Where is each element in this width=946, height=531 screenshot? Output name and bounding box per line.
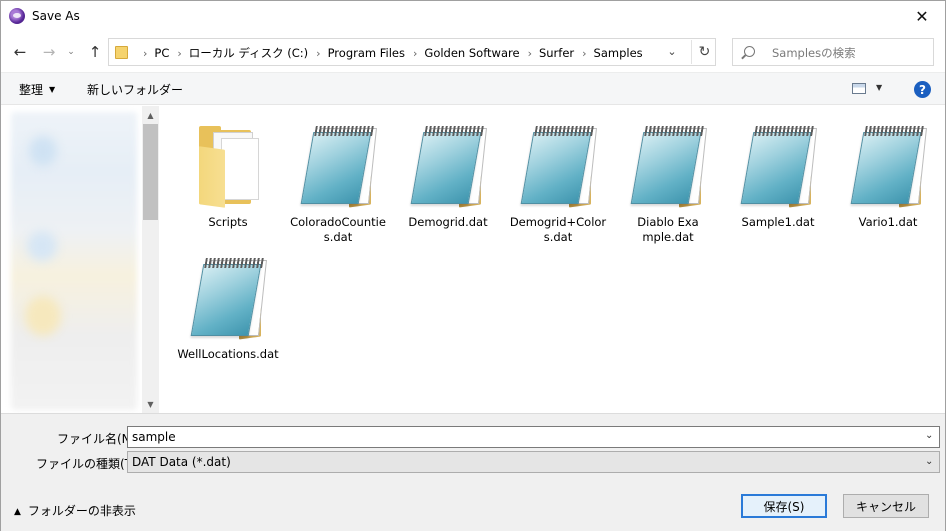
- close-icon: ✕: [915, 7, 929, 26]
- refresh-button[interactable]: ↻: [691, 40, 717, 64]
- file-name: ColoradoCounties.dat: [290, 215, 386, 244]
- chevron-right-icon[interactable]: ›: [177, 47, 181, 60]
- arrow-right-icon: →: [42, 43, 56, 61]
- folder-icon: [193, 122, 263, 208]
- notepad-file-icon: [740, 122, 817, 208]
- chevron-right-icon[interactable]: ›: [528, 47, 532, 60]
- file-item-demogrid[interactable]: Demogrid.dat: [396, 112, 500, 236]
- cancel-button[interactable]: キャンセル: [843, 494, 929, 518]
- file-type-dropdown-icon[interactable]: ⌄: [925, 456, 933, 467]
- breadcrumb-samples[interactable]: Samples: [594, 46, 643, 60]
- file-name: Scripts: [208, 215, 248, 229]
- title-bar: Save As ✕: [1, 1, 945, 32]
- recent-locations-button[interactable]: ⌄: [64, 42, 78, 62]
- up-button[interactable]: ↑: [85, 42, 105, 62]
- file-name-dropdown-icon[interactable]: ⌄: [925, 430, 933, 441]
- file-item-diablo-example[interactable]: Diablo Example.dat: [616, 112, 720, 244]
- blurred-drive-icon: [29, 136, 57, 166]
- file-name: WellLocations.dat: [177, 347, 279, 361]
- file-name: Demogrid.dat: [408, 215, 488, 229]
- organize-button[interactable]: 整理 ▼: [19, 81, 55, 98]
- notepad-file-icon: [520, 122, 597, 208]
- notepad-file-icon: [630, 122, 707, 208]
- breadcrumb-local-disk[interactable]: ローカル ディスク (C:): [189, 45, 308, 61]
- file-list: Scripts ColoradoCounties.dat Demogrid.da…: [160, 106, 945, 413]
- toolbar: 整理 ▼ 新しいフォルダー ▼ ?: [1, 72, 945, 105]
- breadcrumb-pc[interactable]: PC: [154, 46, 169, 60]
- notepad-file-icon: [190, 254, 267, 340]
- notepad-file-icon: [850, 122, 927, 208]
- search-icon: [744, 46, 755, 57]
- refresh-icon: ↻: [698, 44, 711, 60]
- file-name-input[interactable]: [127, 426, 940, 448]
- scroll-down-icon[interactable]: ▼: [142, 397, 159, 411]
- chevron-down-icon: ⌄: [667, 45, 677, 58]
- save-button[interactable]: 保存(S): [741, 494, 827, 518]
- scroll-thumb[interactable]: [143, 124, 158, 220]
- caret-down-icon: ▼: [49, 85, 56, 94]
- breadcrumb: › PC › ローカル ディスク (C:) › Program Files › …: [135, 45, 643, 61]
- breadcrumb-surfer[interactable]: Surfer: [539, 46, 574, 60]
- chevron-right-icon[interactable]: ›: [413, 47, 417, 60]
- search-placeholder: Samplesの検索: [772, 46, 856, 60]
- surfer-app-icon: [9, 8, 25, 24]
- file-item-scripts[interactable]: Scripts: [176, 112, 280, 236]
- navigation-row: ← → ⌄ ↑ › PC › ローカル ディスク (C:) › Program …: [1, 34, 945, 70]
- blurred-drive-icon: [27, 231, 57, 261]
- arrow-up-icon: ↑: [88, 43, 102, 61]
- file-name: Demogrid+Colors.dat: [509, 215, 607, 244]
- new-folder-button[interactable]: 新しいフォルダー: [87, 81, 183, 98]
- address-bar[interactable]: › PC › ローカル ディスク (C:) › Program Files › …: [108, 38, 716, 66]
- view-options-icon[interactable]: [852, 83, 866, 94]
- save-options-panel: ファイル名(N): ⌄ ファイルの種類(T): DAT Data (*.dat)…: [1, 413, 945, 531]
- window-title: Save As: [32, 9, 80, 23]
- breadcrumb-golden-software[interactable]: Golden Software: [424, 46, 519, 60]
- help-button[interactable]: ?: [914, 81, 931, 98]
- folder-icon: [115, 46, 128, 59]
- file-type-select[interactable]: DAT Data (*.dat): [127, 451, 940, 473]
- chevron-right-icon[interactable]: ›: [316, 47, 320, 60]
- close-button[interactable]: ✕: [899, 1, 945, 32]
- chevron-up-icon: ▲: [14, 507, 21, 517]
- arrow-left-icon: ←: [13, 43, 27, 61]
- file-item-vario1[interactable]: Vario1.dat: [836, 112, 940, 236]
- back-button[interactable]: ←: [10, 42, 30, 62]
- chevron-right-icon: ›: [143, 46, 148, 60]
- file-type-label: ファイルの種類(T):: [36, 457, 141, 471]
- search-input[interactable]: Samplesの検索: [732, 38, 934, 66]
- address-dropdown-button[interactable]: ⌄: [664, 45, 680, 58]
- forward-button[interactable]: →: [39, 42, 59, 62]
- file-item-coloradocounties[interactable]: ColoradoCounties.dat: [286, 112, 390, 244]
- file-item-demogrid-colors[interactable]: Demogrid+Colors.dat: [506, 112, 610, 244]
- breadcrumb-program-files[interactable]: Program Files: [328, 46, 405, 60]
- navigation-pane[interactable]: ▲ ▼: [1, 106, 159, 413]
- nav-scrollbar[interactable]: ▲ ▼: [142, 106, 159, 413]
- notepad-file-icon: [410, 122, 487, 208]
- view-menu-caret-icon[interactable]: ▼: [876, 83, 882, 92]
- file-item-sample1[interactable]: Sample1.dat: [726, 112, 830, 236]
- chevron-right-icon[interactable]: ›: [582, 47, 586, 60]
- file-name: Sample1.dat: [741, 215, 815, 229]
- scroll-up-icon[interactable]: ▲: [142, 108, 159, 122]
- chevron-down-icon: ⌄: [67, 47, 75, 57]
- save-as-dialog: Save As ✕ ← → ⌄ ↑ › PC › ローカル ディスク (C:) …: [0, 0, 946, 531]
- hide-folders-toggle[interactable]: ▲ フォルダーの非表示: [14, 502, 136, 519]
- file-item-welllocations[interactable]: WellLocations.dat: [176, 244, 280, 368]
- notepad-file-icon: [300, 122, 377, 208]
- organize-label: 整理: [19, 83, 44, 97]
- file-name: Diablo Example.dat: [637, 215, 699, 244]
- hide-folders-label: フォルダーの非表示: [27, 504, 136, 518]
- blurred-folder-icon: [25, 296, 61, 336]
- file-name: Vario1.dat: [858, 215, 918, 229]
